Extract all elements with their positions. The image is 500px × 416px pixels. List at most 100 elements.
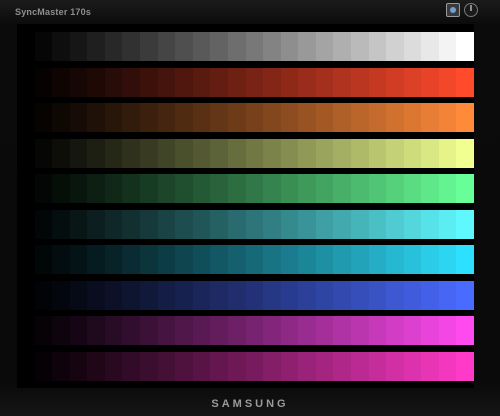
gradient-step: [34, 245, 53, 274]
gradient-step: [157, 316, 176, 345]
gradient-step: [87, 351, 105, 381]
gradient-step: [315, 138, 334, 168]
gradient-step: [315, 316, 334, 345]
gradient-step: [210, 351, 228, 381]
gradient-step: [386, 103, 404, 132]
gradient-step: [34, 174, 53, 203]
gradient-step: [104, 209, 123, 239]
gradient-step: [157, 103, 176, 132]
gradient-step: [368, 174, 387, 203]
gradient-step: [52, 351, 70, 381]
gradient-step: [438, 280, 457, 310]
gradient-step: [263, 351, 281, 381]
gradient-step: [140, 138, 158, 168]
gradient-step: [34, 103, 53, 132]
gradient-step: [263, 67, 281, 97]
color-band-magenta: [17, 316, 475, 345]
gradient-step: [192, 280, 211, 310]
gradient-step: [245, 138, 264, 168]
gradient-step: [350, 67, 369, 97]
gradient-step: [52, 209, 70, 239]
gradient-step: [350, 209, 369, 239]
gradient-step: [386, 209, 404, 239]
gradient-step: [104, 351, 123, 381]
gradient-step: [421, 32, 439, 61]
gradient-step: [52, 280, 70, 310]
gradient-step: [245, 32, 264, 61]
gradient-step: [122, 245, 141, 274]
monitor-logo-icon: [446, 3, 460, 17]
gradient-step: [210, 280, 228, 310]
gradient-step: [52, 174, 70, 203]
gradient-step: [421, 67, 439, 97]
gradient-step: [263, 209, 281, 239]
gradient-step: [403, 316, 422, 345]
gradient-step: [368, 280, 387, 310]
gradient-step: [17, 209, 35, 239]
gradient-step: [87, 174, 105, 203]
gradient-step: [192, 138, 211, 168]
gradient-step: [298, 32, 316, 61]
gradient-step: [280, 32, 299, 61]
gradient-step: [245, 280, 264, 310]
gradient-step: [245, 316, 264, 345]
gradient-step: [122, 209, 141, 239]
gradient-step: [245, 351, 264, 381]
gradient-step: [69, 280, 88, 310]
gradient-step: [52, 245, 70, 274]
gradient-step: [17, 138, 35, 168]
gradient-step: [175, 174, 193, 203]
gradient-step: [333, 138, 351, 168]
gradient-step: [298, 67, 316, 97]
gradient-step: [368, 351, 387, 381]
gradient-step: [227, 245, 246, 274]
gradient-step: [34, 316, 53, 345]
gradient-step: [386, 32, 404, 61]
gradient-step: [210, 103, 228, 132]
gradient-step: [104, 280, 123, 310]
gradient-step: [403, 174, 422, 203]
gradient-step: [368, 245, 387, 274]
gradient-step: [333, 32, 351, 61]
gradient-step: [333, 174, 351, 203]
gradient-step: [122, 32, 141, 61]
color-band-orange: [17, 103, 475, 132]
color-band-blue: [17, 280, 475, 310]
power-icon[interactable]: [464, 3, 478, 17]
gradient-step: [17, 67, 35, 97]
gradient-step: [157, 209, 176, 239]
gradient-step: [315, 103, 334, 132]
gradient-step: [403, 245, 422, 274]
gradient-step: [368, 32, 387, 61]
gradient-step: [368, 209, 387, 239]
gradient-step: [69, 174, 88, 203]
gradient-step: [140, 316, 158, 345]
gradient-step: [386, 280, 404, 310]
gradient-step: [227, 316, 246, 345]
gradient-step: [175, 32, 193, 61]
gradient-step: [298, 245, 316, 274]
gradient-step: [456, 351, 475, 381]
gradient-step: [333, 245, 351, 274]
monitor-bezel: SyncMaster 170s SAMSUNG: [0, 0, 500, 416]
gradient-step: [386, 67, 404, 97]
gradient-step: [456, 67, 475, 97]
gradient-step: [350, 316, 369, 345]
gradient-step: [87, 280, 105, 310]
gradient-step: [69, 32, 88, 61]
gradient-step: [157, 351, 176, 381]
gradient-step: [157, 32, 176, 61]
gradient-step: [87, 32, 105, 61]
gradient-step: [421, 138, 439, 168]
gradient-step: [438, 316, 457, 345]
gradient-step: [87, 245, 105, 274]
gradient-step: [333, 209, 351, 239]
gradient-step: [403, 67, 422, 97]
gradient-step: [245, 67, 264, 97]
gradient-step: [34, 351, 53, 381]
gradient-step: [403, 32, 422, 61]
gradient-step: [192, 32, 211, 61]
gradient-step: [175, 245, 193, 274]
gradient-step: [263, 138, 281, 168]
gradient-step: [315, 32, 334, 61]
